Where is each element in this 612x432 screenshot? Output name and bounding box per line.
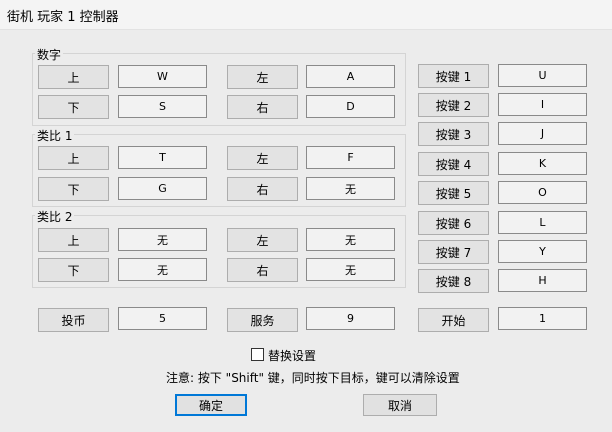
key5-button[interactable]: 按键 5 <box>418 181 489 205</box>
analog1-group-label: 类比 1 <box>35 127 75 144</box>
analog1-up-button[interactable]: 上 <box>38 146 109 170</box>
analog2-down-button[interactable]: 下 <box>38 258 109 282</box>
digital-right-button[interactable]: 右 <box>227 95 298 119</box>
analog1-left-button[interactable]: 左 <box>227 146 298 170</box>
analog1-right-field[interactable]: 无 <box>306 177 395 200</box>
digital-left-button[interactable]: 左 <box>227 65 298 89</box>
analog2-up-button[interactable]: 上 <box>38 228 109 252</box>
digital-right-field[interactable]: D <box>306 95 395 118</box>
start-button[interactable]: 开始 <box>418 308 489 332</box>
analog1-down-button[interactable]: 下 <box>38 177 109 201</box>
digital-down-field[interactable]: S <box>118 95 207 118</box>
key3-button[interactable]: 按键 3 <box>418 122 489 146</box>
key2-button[interactable]: 按键 2 <box>418 93 489 117</box>
analog2-down-field[interactable]: 无 <box>118 258 207 281</box>
analog1-down-field[interactable]: G <box>118 177 207 200</box>
digital-group-label: 数字 <box>35 46 64 63</box>
service-button[interactable]: 服务 <box>227 308 298 332</box>
key2-field[interactable]: I <box>498 93 587 116</box>
key8-button[interactable]: 按键 8 <box>418 269 489 293</box>
key8-field[interactable]: H <box>498 269 587 292</box>
key1-button[interactable]: 按键 1 <box>418 64 489 88</box>
key1-field[interactable]: U <box>498 64 587 87</box>
start-field[interactable]: 1 <box>498 307 587 330</box>
replace-settings-checkbox[interactable] <box>251 348 264 361</box>
ok-button[interactable]: 确定 <box>175 394 247 416</box>
analog2-left-button[interactable]: 左 <box>227 228 298 252</box>
analog2-right-button[interactable]: 右 <box>227 258 298 282</box>
key7-field[interactable]: Y <box>498 240 587 263</box>
hint-text: 注意: 按下 "Shift" 键，同时按下目标，键可以清除设置 <box>166 371 460 385</box>
analog1-right-button[interactable]: 右 <box>227 177 298 201</box>
digital-up-button[interactable]: 上 <box>38 65 109 89</box>
analog1-up-field[interactable]: T <box>118 146 207 169</box>
analog2-up-field[interactable]: 无 <box>118 228 207 251</box>
key6-button[interactable]: 按键 6 <box>418 211 489 235</box>
key4-field[interactable]: K <box>498 152 587 175</box>
analog2-group-label: 类比 2 <box>35 208 75 225</box>
analog2-left-field[interactable]: 无 <box>306 228 395 251</box>
digital-left-field[interactable]: A <box>306 65 395 88</box>
analog1-left-field[interactable]: F <box>306 146 395 169</box>
key7-button[interactable]: 按键 7 <box>418 240 489 264</box>
title-bar: 街机 玩家 1 控制器 <box>0 0 612 30</box>
key3-field[interactable]: J <box>498 122 587 145</box>
digital-up-field[interactable]: W <box>118 65 207 88</box>
key4-button[interactable]: 按键 4 <box>418 152 489 176</box>
coin-button[interactable]: 投币 <box>38 308 109 332</box>
key5-field[interactable]: O <box>498 181 587 204</box>
coin-field[interactable]: 5 <box>118 307 207 330</box>
replace-settings-label[interactable]: 替换设置 <box>268 347 316 364</box>
analog2-right-field[interactable]: 无 <box>306 258 395 281</box>
service-field[interactable]: 9 <box>306 307 395 330</box>
window-title: 街机 玩家 1 控制器 <box>7 10 119 25</box>
cancel-button[interactable]: 取消 <box>363 394 437 416</box>
digital-down-button[interactable]: 下 <box>38 95 109 119</box>
key6-field[interactable]: L <box>498 211 587 234</box>
